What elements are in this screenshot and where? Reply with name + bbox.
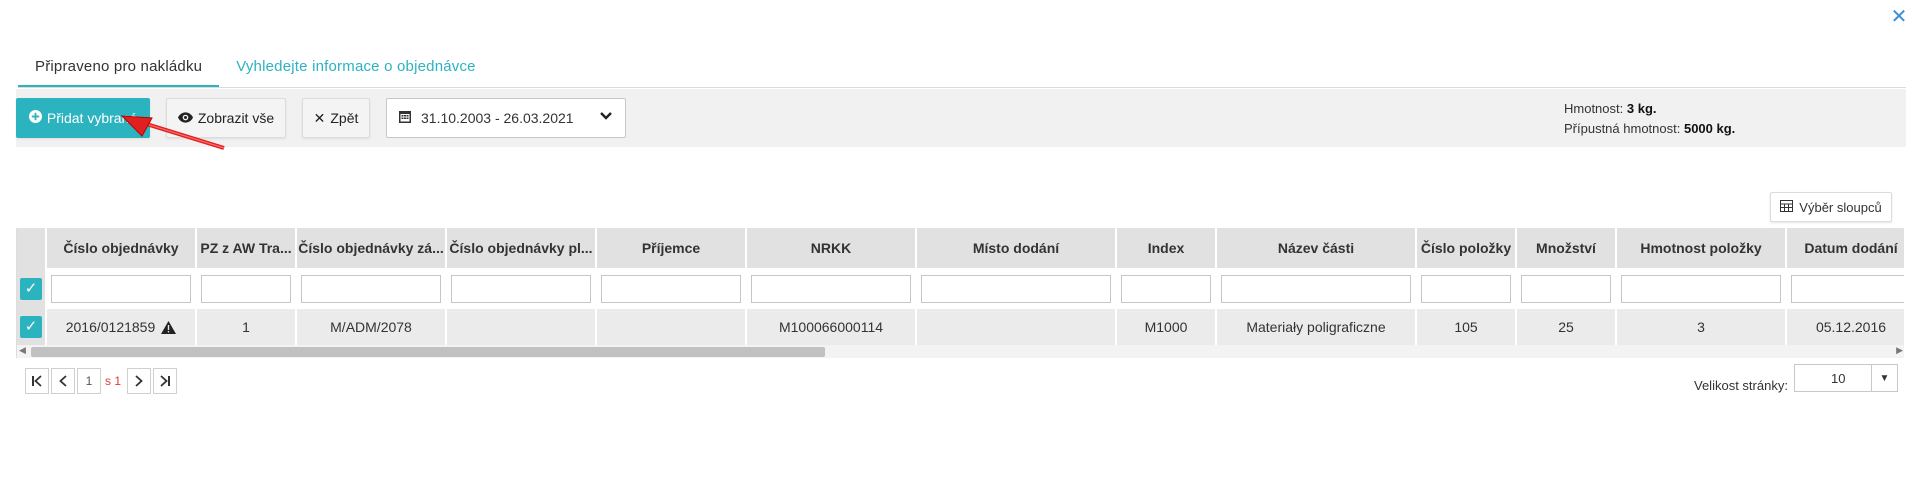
chevron-down-icon	[599, 109, 613, 126]
allowed-weight-value: 5000 kg.	[1683, 121, 1736, 136]
filter-index-input[interactable]	[1121, 275, 1211, 303]
table-row-cell-nrkk: M100066000114	[747, 309, 917, 345]
weight-value: 3 kg.	[1626, 101, 1657, 116]
filter-cell	[297, 268, 447, 309]
next-page-icon[interactable]	[127, 368, 152, 394]
column-selector-label: Výběr sloupců	[1799, 199, 1882, 215]
weight-label: Hmotnost:	[1564, 101, 1624, 116]
caret-down-icon: ▼	[1871, 365, 1897, 391]
col-header-pz-aw-transfer[interactable]: PZ z AW Tra...	[197, 228, 297, 268]
allowed-weight-label: Přípustná hmotnost:	[1564, 121, 1681, 136]
filter-cell	[1787, 268, 1904, 309]
col-header-item-number[interactable]: Číslo položky	[1417, 228, 1517, 268]
table-row-cell-part-name: Materiały poligraficzne	[1217, 309, 1417, 345]
scroll-right-icon[interactable]: ▶	[1896, 345, 1903, 356]
tab-search-order-info[interactable]: Vyhledejte informace o objednávce	[219, 56, 493, 88]
orders-grid: ✓ ✓ Číslo objednávky PZ z AW Tra... Čísl…	[16, 228, 1904, 358]
col-header-recipient[interactable]: Příjemce	[597, 228, 747, 268]
col-header-order-number[interactable]: Číslo objednávky	[47, 228, 197, 268]
toolbar: Přidat vybrané Zobrazit vše ✕ Zpět 31.10…	[16, 89, 1906, 147]
filter-cell	[197, 268, 297, 309]
back-label: Zpět	[330, 110, 359, 126]
filter-cell	[747, 268, 917, 309]
select-column-header	[17, 228, 47, 268]
col-header-delivery-date[interactable]: Datum dodání	[1787, 228, 1904, 268]
filter-recipient-input[interactable]	[601, 275, 741, 303]
tab-ready-for-loading[interactable]: Připraveno pro nakládku	[18, 56, 220, 88]
calendar-icon	[399, 110, 411, 126]
select-all-checkbox[interactable]: ✓	[20, 277, 42, 300]
table-row-cell-payer-order	[447, 309, 597, 345]
page-size-select[interactable]: 10 ▼	[1794, 364, 1898, 392]
pager: 1 s 1	[25, 368, 178, 394]
date-range-picker[interactable]: 31.10.2003 - 26.03.2021	[386, 98, 626, 138]
filter-pz-aw-transfer-input[interactable]	[201, 275, 291, 303]
table-row-cell-delivery-date: 05.12.2016	[1787, 309, 1904, 345]
table-row-cell-customer-order: M/ADM/2078	[297, 309, 447, 345]
col-header-nrkk[interactable]: NRKK	[747, 228, 917, 268]
table-row-cell-item-number: 105	[1417, 309, 1517, 345]
col-header-payer-order-number[interactable]: Číslo objednávky pl...	[447, 228, 597, 268]
tabs-divider	[18, 87, 1906, 88]
filter-quantity-input[interactable]	[1521, 275, 1611, 303]
plus-circle-icon	[28, 110, 42, 126]
table-row-cell-pz: 1	[197, 309, 297, 345]
filter-cell	[917, 268, 1117, 309]
filter-order-number-input[interactable]	[51, 275, 191, 303]
warning-icon	[161, 320, 177, 334]
page-count: s 1	[105, 374, 122, 388]
select-all-cell: ✓	[17, 268, 47, 309]
table-columns-icon	[1780, 199, 1794, 215]
table-row-cell-delivery-place	[917, 309, 1117, 345]
filter-cell	[447, 268, 597, 309]
first-page-icon[interactable]	[25, 368, 49, 394]
page-size-value: 10	[1831, 370, 1846, 386]
last-page-icon[interactable]	[153, 368, 178, 394]
row-select-cell: ✓	[17, 309, 47, 345]
table-row-cell-index: M1000	[1117, 309, 1217, 345]
prev-page-icon[interactable]	[51, 368, 75, 394]
col-header-delivery-place[interactable]: Místo dodání	[917, 228, 1117, 268]
filter-nrkk-input[interactable]	[751, 275, 911, 303]
weight-info: Hmotnost: 3 kg. Přípustná hmotnost: 5000…	[1564, 99, 1735, 139]
filter-cell	[597, 268, 747, 309]
column-selector-button[interactable]: Výběr sloupců	[1770, 192, 1892, 222]
tab-bar: Připraveno pro nakládku Vyhledejte infor…	[18, 56, 493, 88]
filter-item-number-input[interactable]	[1421, 275, 1511, 303]
annotation-arrow-icon	[120, 115, 225, 150]
row-checkbox[interactable]: ✓	[20, 316, 42, 338]
filter-part-name-input[interactable]	[1221, 275, 1411, 303]
table-row-cell-item-weight: 3	[1617, 309, 1787, 345]
filter-cell	[1117, 268, 1217, 309]
close-icon[interactable]: ✕	[1888, 6, 1910, 28]
table-row-cell-order-number: 2016/0121859	[47, 309, 197, 345]
col-header-part-name[interactable]: Název části	[1217, 228, 1417, 268]
scroll-left-icon[interactable]: ◀	[19, 345, 26, 356]
filter-cell	[1417, 268, 1517, 309]
table-row-cell-quantity: 25	[1517, 309, 1617, 345]
filter-cell	[1517, 268, 1617, 309]
page-size-label: Velikost stránky:	[1694, 378, 1788, 393]
order-number-value: 2016/0121859	[65, 319, 156, 335]
times-icon: ✕	[313, 109, 326, 126]
back-button[interactable]: ✕ Zpět	[302, 98, 370, 138]
filter-payer-order-number-input[interactable]	[451, 275, 591, 303]
scrollbar-thumb[interactable]	[31, 347, 825, 357]
current-page-input[interactable]: 1	[77, 368, 101, 394]
col-header-index[interactable]: Index	[1117, 228, 1217, 268]
filter-cell	[1217, 268, 1417, 309]
date-range-value: 31.10.2003 - 26.03.2021	[421, 110, 574, 126]
horizontal-scrollbar[interactable]: ◀ ▶	[17, 345, 1904, 358]
filter-delivery-date-input[interactable]	[1791, 275, 1904, 303]
filter-cell	[1617, 268, 1787, 309]
filter-item-weight-input[interactable]	[1621, 275, 1781, 303]
col-header-customer-order-number[interactable]: Číslo objednávky zá...	[297, 228, 447, 268]
table-row-cell-recipient	[597, 309, 747, 345]
filter-delivery-place-input[interactable]	[921, 275, 1111, 303]
filter-cell	[47, 268, 197, 309]
col-header-item-weight[interactable]: Hmotnost položky	[1617, 228, 1787, 268]
filter-customer-order-number-input[interactable]	[301, 275, 441, 303]
col-header-quantity[interactable]: Množství	[1517, 228, 1617, 268]
